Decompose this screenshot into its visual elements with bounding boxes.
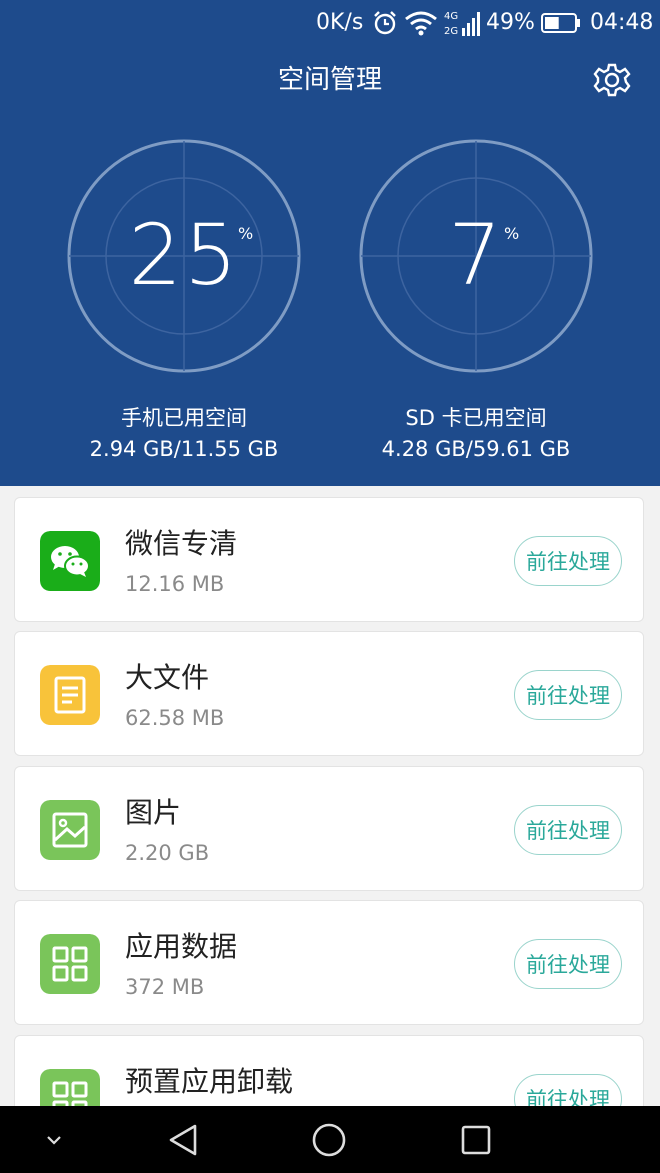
alarm-icon [374,11,396,35]
item-size: 2.20 GB [125,841,210,865]
back-icon[interactable] [166,1123,200,1157]
battery-icon [541,13,580,33]
item-name: 微信专清 [125,527,238,560]
page-title: 空间管理 [277,65,382,95]
list-item-large-files[interactable]: 大文件 62.58 MB 前往处理 [14,631,644,756]
phone-storage-gauge: 25 % [66,138,302,374]
item-size: 62.58 MB [125,706,225,730]
status-bar: 0K/s 4G 2G 49% 04:48 [0,0,660,46]
apps-grid-icon [40,934,100,994]
gauge-value: 7 [448,206,504,304]
home-icon[interactable] [311,1122,347,1158]
clock: 04:48 [590,10,654,35]
list-item-app-data[interactable]: 应用数据 372 MB 前往处理 [14,900,644,1025]
signal-icon: 4G 2G [444,11,480,37]
gauge-unit: % [504,224,520,243]
list-item-images[interactable]: 图片 2.20 GB 前往处理 [14,766,644,891]
net-speed: 0K/s [316,10,364,35]
go-handle-button[interactable]: 前往处理 [514,670,622,720]
recents-icon[interactable] [460,1124,492,1156]
battery-fill [545,17,559,29]
signal-label-2g: 2G [444,26,458,37]
go-handle-button[interactable]: 前往处理 [514,939,622,989]
chevron-down-icon[interactable] [44,1130,64,1150]
sd-storage-usage: 4.28 GB/59.61 GB [381,437,571,461]
gauge-unit: % [238,224,254,243]
header: 0K/s 4G 2G 49% 04:48 空间管理 25 % 手机已用空间 2.… [0,0,660,486]
item-size: 372 MB [125,975,205,999]
sd-storage-label: SD 卡已用空间 [405,406,547,430]
item-size: 12.16 MB [125,572,225,596]
navigation-bar [0,1106,660,1173]
item-name: 大文件 [125,661,210,694]
signal-label-4g: 4G [444,11,458,22]
battery-percent: 49% [486,10,535,35]
go-handle-button[interactable]: 前往处理 [514,805,622,855]
sd-storage-gauge: 7 % [358,138,594,374]
list-item-wechat-clean[interactable]: 微信专清 12.16 MB 前往处理 [14,497,644,622]
phone-storage-usage: 2.94 GB/11.55 GB [89,437,279,461]
phone-storage-label: 手机已用空间 [121,406,247,430]
go-handle-button[interactable]: 前往处理 [514,536,622,586]
item-name: 应用数据 [125,930,238,963]
settings-gear-icon[interactable] [592,60,632,100]
image-icon [40,800,100,860]
gauge-value: 25 [128,206,240,304]
document-icon [40,665,100,725]
wechat-icon [40,531,100,591]
wifi-icon [405,11,437,36]
item-name: 图片 [125,796,182,829]
item-name: 预置应用卸载 [125,1065,294,1098]
